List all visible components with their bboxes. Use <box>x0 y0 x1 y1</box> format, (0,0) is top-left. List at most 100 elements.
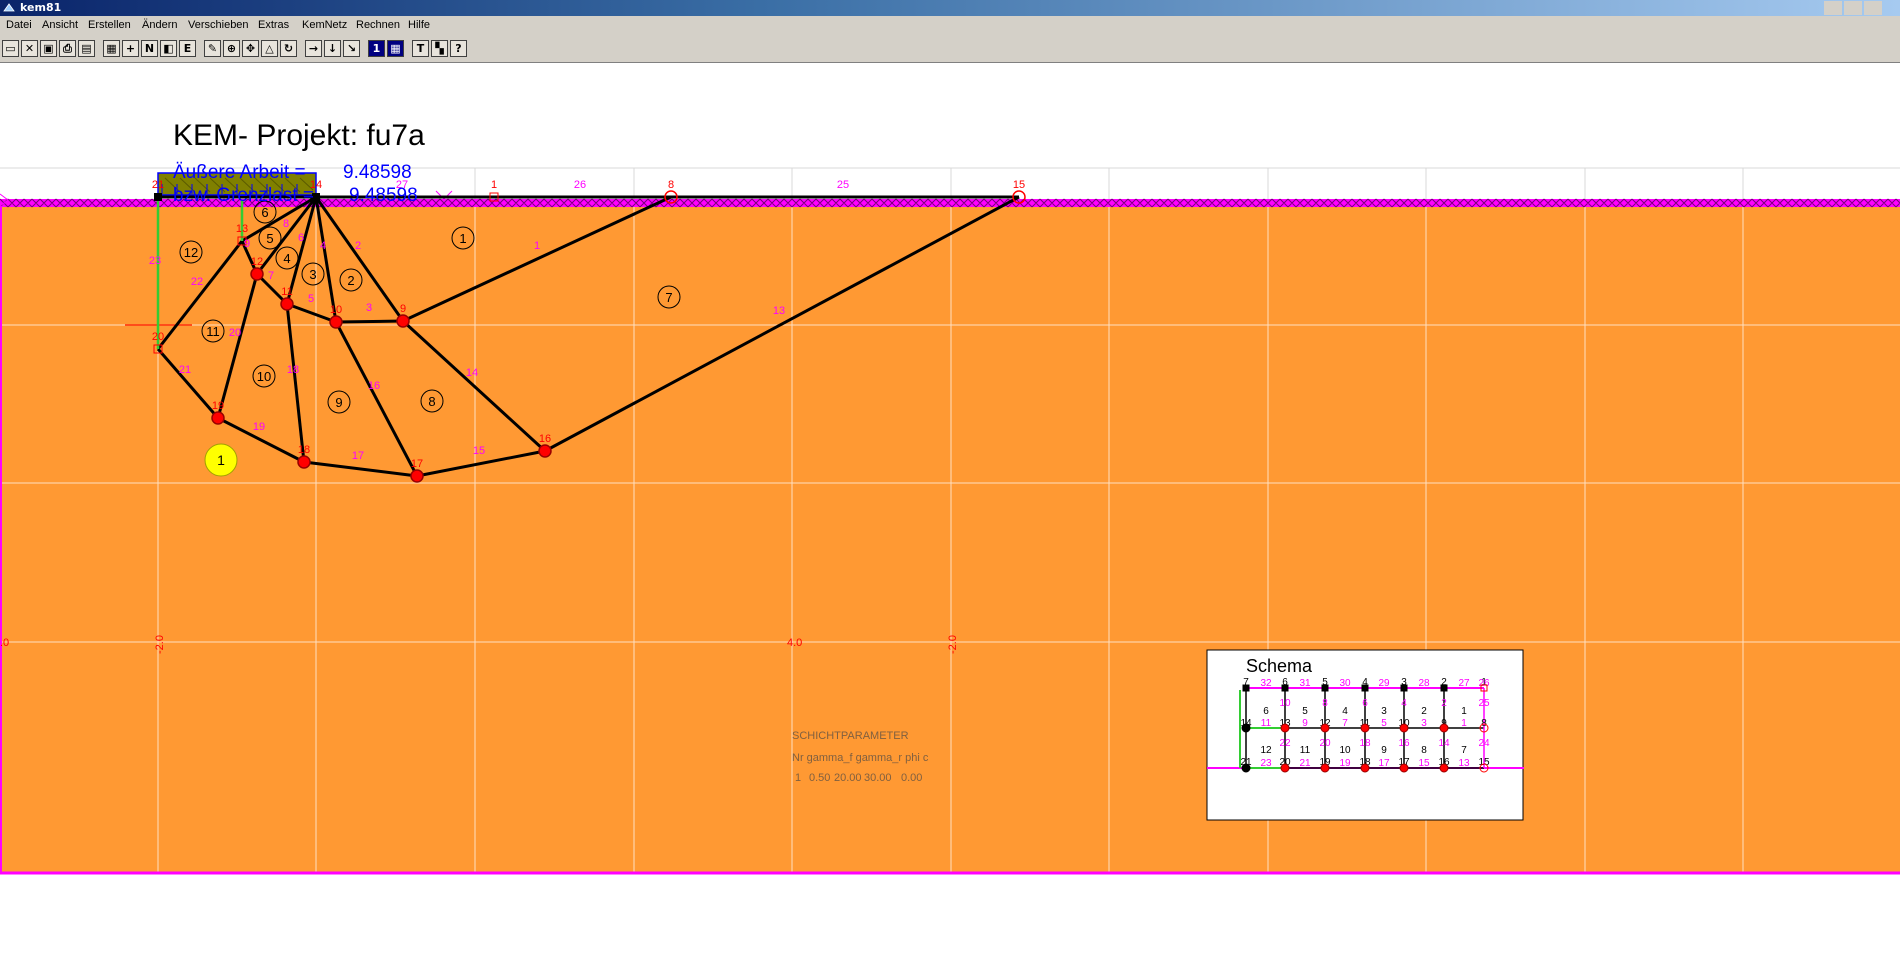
pencil-button[interactable]: ✎ <box>203 39 223 59</box>
add-node-button[interactable]: + <box>121 39 141 59</box>
schema-mid-edge-labels: 11 <box>1261 718 1272 729</box>
arrow-right-button[interactable]: → <box>304 39 324 59</box>
save-button[interactable]: ▣ <box>39 39 59 59</box>
schema-node <box>1321 684 1329 692</box>
axis-label-m2a: -2.0 <box>154 635 166 654</box>
grid-button[interactable]: ▦ <box>102 39 122 59</box>
mesh-node[interactable] <box>280 297 294 311</box>
element-label: 1 <box>459 231 466 246</box>
schema-top-edge-labels: 31 <box>1299 678 1311 689</box>
menu-verschieben[interactable]: Verschieben <box>188 19 249 31</box>
e-button-icon: E <box>179 40 196 57</box>
edge-label: 21 <box>179 364 191 376</box>
schema-node <box>1281 684 1289 692</box>
edge-label: 15 <box>473 445 485 457</box>
mesh-node[interactable] <box>154 193 162 201</box>
node-n-button[interactable]: N <box>140 39 160 59</box>
add-node-icon: + <box>122 40 139 57</box>
triangle-edit-button[interactable]: △ <box>260 39 280 59</box>
open-folder-button[interactable]: ▭ <box>1 39 21 59</box>
text-edit-button[interactable]: T <box>411 39 431 59</box>
print-button[interactable]: ⎙ <box>58 39 78 59</box>
mesh-node[interactable] <box>211 411 225 425</box>
arrow-down-button[interactable]: ↓ <box>323 39 343 59</box>
axis-label-left: .0 <box>0 637 9 649</box>
color-palette-button[interactable]: ▚ <box>430 39 450 59</box>
arrow-right-icon: → <box>305 40 322 57</box>
edge-label: 26 <box>574 179 586 191</box>
mesh-node[interactable] <box>329 315 343 329</box>
menu-erstellen[interactable]: Erstellen <box>88 19 131 31</box>
node-label: 16 <box>539 433 551 445</box>
edge-label: 13 <box>773 305 785 317</box>
edge-label: 1 <box>534 240 540 252</box>
node-label: 21 <box>152 179 164 191</box>
menu-datei[interactable]: Datei <box>6 19 32 31</box>
rotate-button[interactable]: ↻ <box>279 39 299 59</box>
menu-kemnetz[interactable]: KemNetz <box>302 19 347 31</box>
help-icon: ? <box>450 40 467 57</box>
mesh-node[interactable] <box>538 444 552 458</box>
schema-row1-vert-labels: 8 <box>1322 698 1328 709</box>
zoom-button[interactable]: ⊕ <box>222 39 242 59</box>
schema-title: Schema <box>1246 656 1313 676</box>
print-preview-button[interactable]: ▤ <box>77 39 97 59</box>
one-button-button[interactable]: 1 <box>367 39 387 59</box>
triangle-edit-icon: △ <box>261 40 278 57</box>
schema-node <box>1360 763 1370 773</box>
schema-row1-elements: 3 <box>1381 706 1387 717</box>
menu-rechnen[interactable]: Rechnen <box>356 19 400 31</box>
edge-label: 22 <box>191 276 203 288</box>
schema-node <box>1360 723 1370 733</box>
minimize-button[interactable] <box>1824 1 1842 15</box>
close-x-button[interactable]: ✕ <box>20 39 40 59</box>
open-folder-icon: ▭ <box>2 40 19 57</box>
edge-label: 20 <box>229 327 241 339</box>
mesh-node[interactable] <box>410 469 424 483</box>
menu-hilfe[interactable]: Hilfe <box>408 19 430 31</box>
maximize-button[interactable] <box>1844 1 1862 15</box>
edge-label: 8 <box>283 218 289 230</box>
table-grid-button[interactable]: ▦ <box>386 39 406 59</box>
node-label: 13 <box>236 223 248 235</box>
close-button[interactable] <box>1864 1 1882 15</box>
save-icon: ▣ <box>40 40 57 57</box>
mesh-node[interactable] <box>396 314 410 328</box>
move-button[interactable]: ✥ <box>241 39 261 59</box>
element-label: 12 <box>184 245 198 260</box>
edge-label: 4 <box>320 240 326 252</box>
element-label: 9 <box>335 395 342 410</box>
work-value: 9.48598 <box>343 162 412 183</box>
drawing-canvas[interactable]: 1 8 1521 141320121110 919181716 26 2527123456… <box>0 62 1900 977</box>
app-icon <box>3 3 15 12</box>
schema-bot-edge-labels: 19 <box>1339 758 1351 769</box>
schicht-gamma-r: 20.00 <box>834 772 862 784</box>
schema-bot-edge-labels: 15 <box>1418 758 1430 769</box>
print-icon: ⎙ <box>59 40 76 57</box>
schema-mid-edge-labels: 1 <box>1461 718 1467 729</box>
e-button-button[interactable]: E <box>178 39 198 59</box>
schema-row1-vert-labels: 25 <box>1478 698 1490 709</box>
schema-mid-edge-labels: 9 <box>1302 718 1308 729</box>
mesh-node[interactable] <box>250 267 264 281</box>
schema-bot-edge-labels: 21 <box>1299 758 1311 769</box>
layer-colors-icon: ◧ <box>160 40 177 57</box>
schema-row2-vert-labels: 16 <box>1398 738 1410 749</box>
node-label: 1 <box>491 179 497 191</box>
schema-top-edge-labels: 28 <box>1418 678 1430 689</box>
schema-top-edge-labels: 29 <box>1378 678 1390 689</box>
limit-label: bzw. Grenzlast = <box>173 185 314 206</box>
arrow-diagonal-button[interactable]: ↘ <box>342 39 362 59</box>
node-label: 11 <box>281 286 292 298</box>
menu-aendern[interactable]: Ändern <box>142 19 177 31</box>
text-edit-icon: T <box>412 40 429 57</box>
node-label: 19 <box>212 400 224 412</box>
help-button[interactable]: ? <box>449 39 469 59</box>
menu-ansicht[interactable]: Ansicht <box>42 19 78 31</box>
schema-node <box>1361 684 1369 692</box>
edge-label: 6 <box>298 232 304 244</box>
mesh-node[interactable] <box>297 455 311 469</box>
layer-colors-button[interactable]: ◧ <box>159 39 179 59</box>
menu-extras[interactable]: Extras <box>258 19 289 31</box>
schema-row1-elements: 5 <box>1302 706 1308 717</box>
